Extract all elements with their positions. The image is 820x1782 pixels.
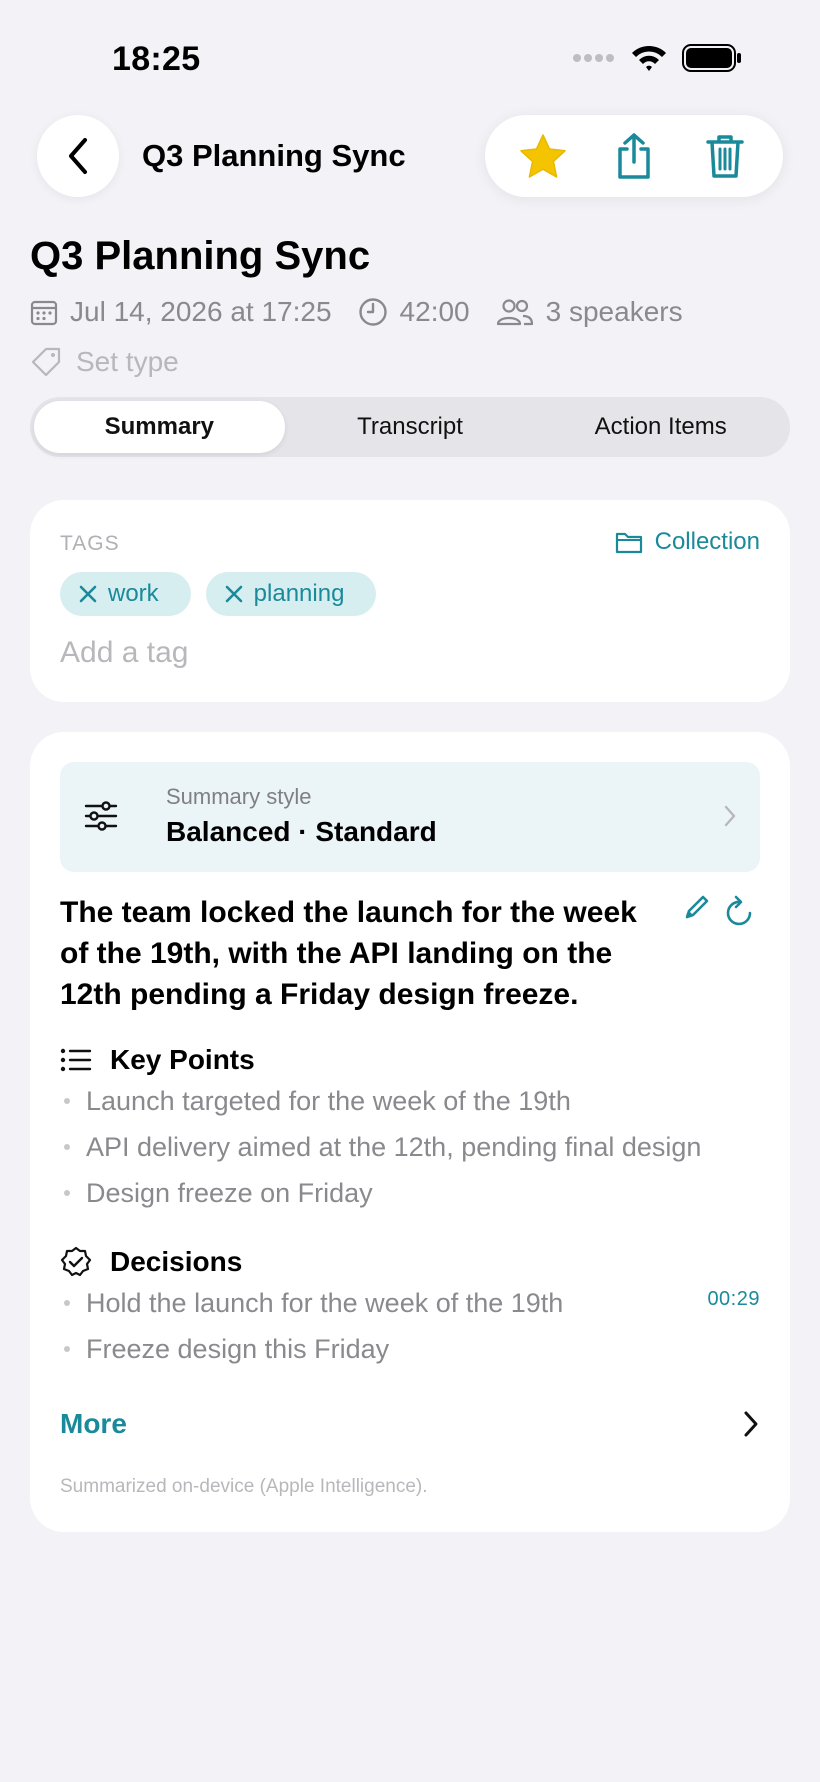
summary-headline: The team locked the launch for the week … [60,896,637,1011]
tags-card: TAGS Collection work planning Add a tag [30,500,790,702]
people-icon [496,299,533,326]
key-points-heading: Key Points [60,1044,255,1076]
list-item: Hold the launch for the week of the 19th [60,1280,760,1326]
decisions-list: Hold the launch for the week of the 19th… [60,1280,760,1372]
meta-row: Jul 14, 2026 at 17:25 42:00 3 speakers [30,296,709,328]
decision-timestamp[interactable]: 00:29 [707,1288,760,1311]
set-type-label: Set type [76,346,179,377]
back-button[interactable] [37,115,119,197]
status-icons [572,44,742,72]
share-icon [618,133,650,179]
tab-bar: Summary Transcript Action Items [30,397,790,457]
more-button[interactable]: More [60,1408,127,1440]
close-icon[interactable] [224,584,244,604]
summary-style-label: Summary style [166,784,312,809]
list-item: Launch targeted for the week of the 19th [60,1078,760,1124]
tag-chip-work[interactable]: work [60,572,191,616]
list-item: API delivery aimed at the 12th, pending … [60,1124,760,1170]
decisions-heading: Decisions [60,1246,242,1278]
clock-icon [358,298,387,326]
summary-style-value: Balanced · Standard [166,816,437,847]
chevron-right-icon[interactable] [742,1410,760,1438]
back-chevron-icon [69,138,87,174]
action-pill [485,115,783,197]
tab-transcript[interactable]: Transcript [285,401,536,453]
list-item: Freeze design this Friday [60,1326,760,1372]
calendar-icon [30,300,58,326]
close-icon[interactable] [78,584,98,604]
tags-label: TAGS [60,532,120,555]
share-button[interactable] [599,121,669,191]
favorite-button[interactable] [508,121,578,191]
meta-date-text: Jul 14, 2026 at 17:25 [70,296,332,327]
meta-speakers-text: 3 speakers [545,296,683,327]
tag-icon [31,347,61,377]
list-icon [60,1048,92,1072]
trash-icon [706,135,745,178]
meta-duration: 42:00 [358,296,470,328]
meta-speakers: 3 speakers [496,296,683,328]
footnote: Summarized on-device (Apple Intelligence… [60,1476,428,1497]
summary-card: Summary style Balanced · Standard The te… [30,732,790,1532]
star-icon [519,134,566,178]
key-points-title: Key Points [110,1044,255,1075]
refresh-icon[interactable] [724,894,756,928]
collection-button[interactable]: Collection [615,528,760,556]
badge-check-icon [60,1246,92,1277]
summary-style-button[interactable]: Summary style Balanced · Standard [60,762,760,872]
tab-action-items[interactable]: Action Items [535,401,786,453]
tag-chip-planning[interactable]: planning [205,572,377,616]
status-time: 18:25 [112,40,201,78]
key-points-list: Launch targeted for the week of the 19th… [60,1078,760,1216]
meta-date: Jul 14, 2026 at 17:25 [30,296,332,328]
sliders-icon [84,801,118,831]
list-item: Design freeze on Friday [60,1170,760,1216]
battery-icon [682,44,741,72]
set-type-button[interactable]: Set type [30,346,179,378]
collection-label: Collection [654,528,760,555]
signal-icon [573,54,614,62]
pencil-icon[interactable] [682,892,712,922]
folder-icon [615,532,642,554]
tag-chip-label: work [108,580,159,607]
decisions-title: Decisions [110,1246,243,1277]
tag-chips: work planning [60,572,377,616]
chevron-right-icon [724,805,736,827]
nav-title: Q3 Planning Sync [142,138,406,173]
tab-summary[interactable]: Summary [34,401,285,453]
wifi-icon [632,45,666,71]
delete-button[interactable] [690,121,760,191]
tag-chip-label: planning [253,580,345,607]
page-title: Q3 Planning Sync [30,234,371,278]
add-tag-input[interactable]: Add a tag [60,636,188,670]
meta-duration-text: 42:00 [399,296,470,327]
